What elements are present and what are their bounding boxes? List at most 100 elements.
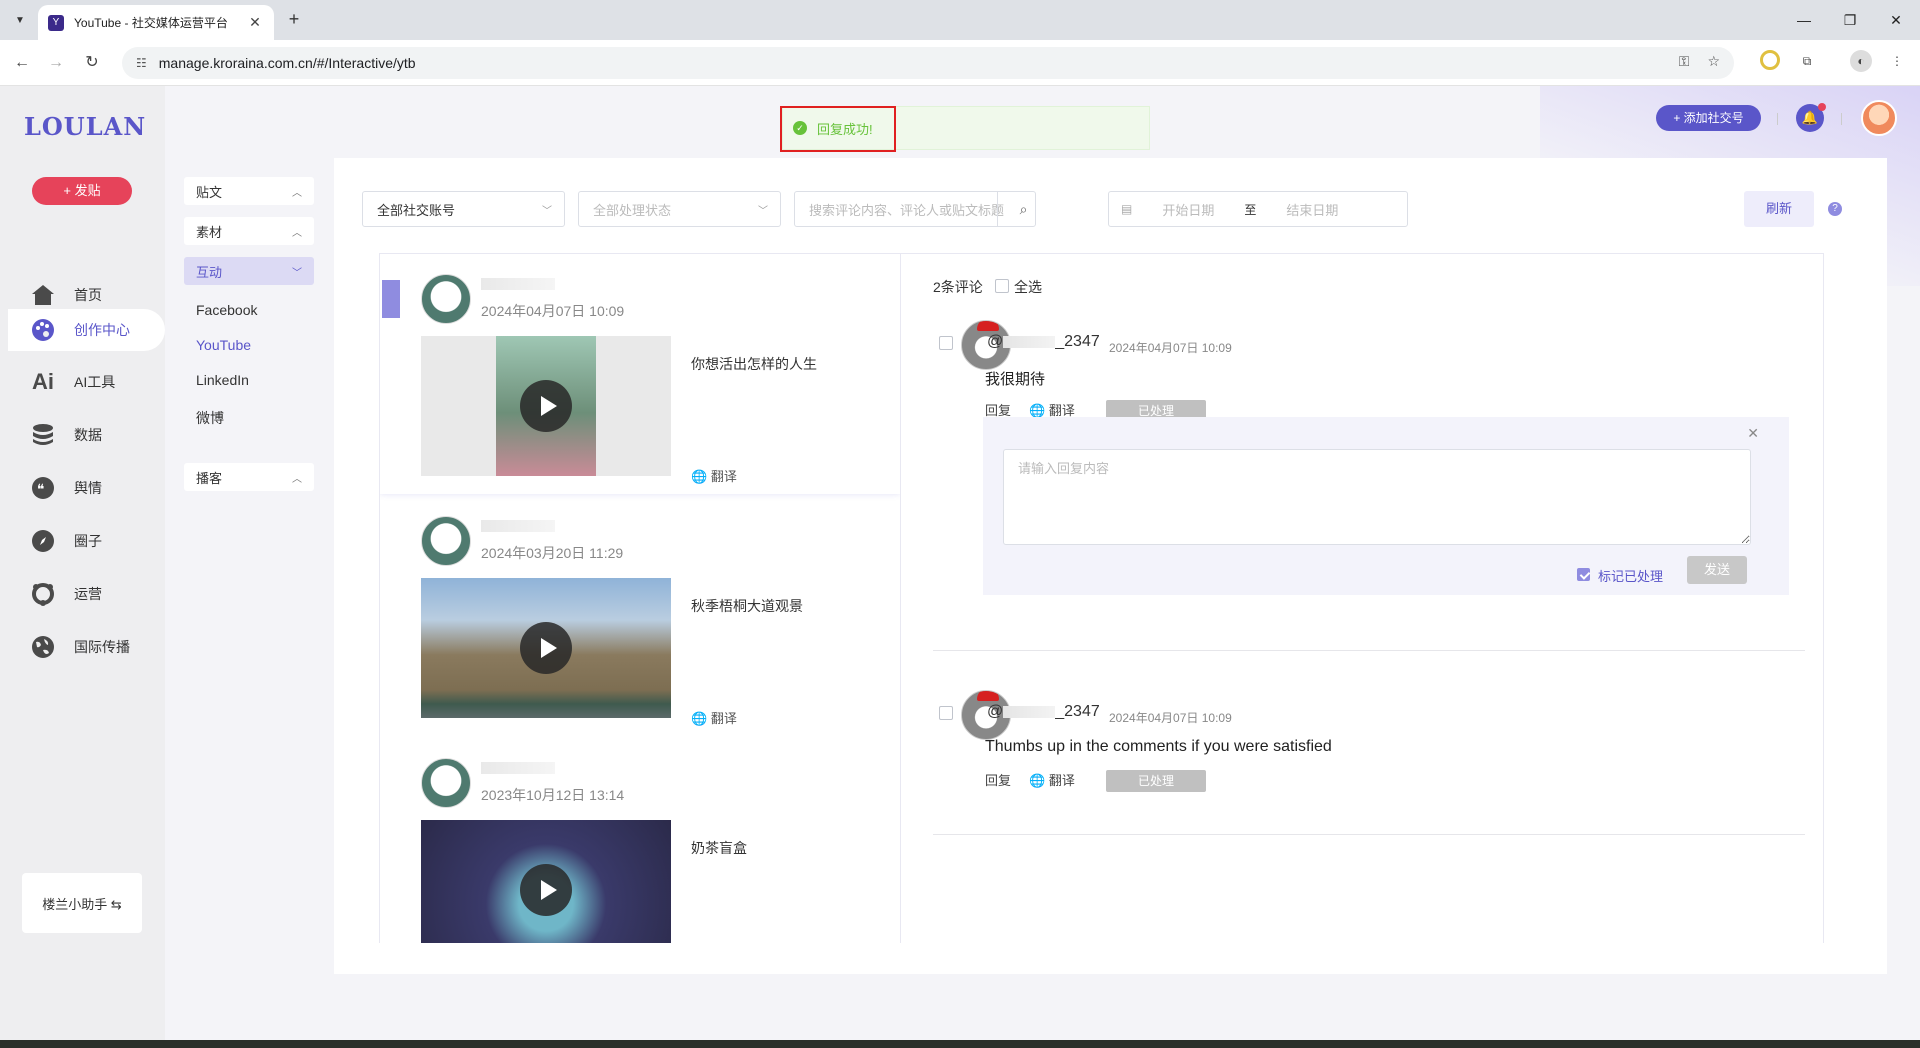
video-thumbnail[interactable] [421, 578, 671, 718]
profile-icon[interactable]: ◐ [1850, 50, 1872, 72]
nav-item-operation[interactable]: 运营 [0, 573, 165, 615]
user-avatar[interactable] [1861, 100, 1897, 136]
puzzle-icon[interactable]: ⧉ [1796, 50, 1818, 72]
date-range-picker[interactable]: ▤ 开始日期 至 结束日期 [1108, 191, 1408, 227]
video-thumbnail[interactable] [421, 820, 671, 943]
window-close-icon[interactable]: ✕ [1876, 6, 1916, 34]
play-icon[interactable] [520, 864, 572, 916]
search-icon[interactable]: ⌕ [997, 192, 1049, 226]
operation-icon [30, 581, 56, 607]
post-item[interactable]: 2023年10月12日 13:14 奶茶盲盒 [380, 738, 900, 943]
globe-icon: 🌐 [1029, 403, 1046, 418]
reply-link[interactable]: 回复 [985, 770, 1011, 789]
refresh-button[interactable]: 刷新 [1744, 191, 1814, 227]
app: LOULAN + 发贴 首页 创作中心 Ai AI工具 数据 ❝ 舆情 圈子 运… [0, 86, 1920, 1040]
restore-icon[interactable]: ❐ [1830, 6, 1870, 34]
post-item[interactable]: 2024年03月20日 11:29 秋季梧桐大道观景 🌐 翻译 [380, 496, 900, 736]
assistant-button[interactable]: 楼兰小助手 ⇆ [22, 873, 142, 933]
menu-dots-icon[interactable]: ⋮ [1886, 50, 1908, 72]
post-title: 你想活出怎样的人生 [691, 356, 817, 372]
select-all-label: 全选 [1014, 279, 1042, 295]
date-separator: 至 [1244, 202, 1257, 217]
handle-suffix: _2347 [1055, 703, 1100, 720]
comment-checkbox[interactable] [939, 706, 953, 720]
reload-icon[interactable]: ↻ [80, 51, 104, 75]
status-select[interactable]: 全部处理状态 ﹀ [578, 191, 781, 227]
chevron-down-icon: ﹀ [292, 267, 302, 279]
nav-item-intl[interactable]: 国际传播 [0, 626, 165, 668]
post-time: 2023年10月12日 13:14 [481, 787, 625, 803]
nav-item-creation[interactable]: 创作中心 [8, 309, 165, 351]
post-author-redacted [481, 278, 555, 290]
key-icon[interactable]: ⚿ [1679, 53, 1690, 70]
bookmark-star-icon[interactable]: ☆ [1707, 53, 1720, 70]
submenu-label: 素材 [196, 224, 223, 240]
submenu-item-linkedin[interactable]: LinkedIn [196, 372, 249, 388]
translate-link[interactable]: 🌐 翻译 [691, 466, 737, 485]
submenu-group-interaction[interactable]: 互动 ﹀ [184, 257, 314, 285]
comments-count: 2条评论 [933, 279, 983, 295]
tab-title: YouTube - 社交媒体运营平台 [74, 16, 228, 30]
account-select[interactable]: 全部社交账号 ﹀ [362, 191, 565, 227]
nav-item-ai[interactable]: Ai AI工具 [0, 361, 165, 403]
play-icon[interactable] [520, 622, 572, 674]
post-title: 奶茶盲盒 [691, 840, 747, 856]
mark-processed-checkbox[interactable] [1577, 568, 1590, 581]
nav-label: 圈子 [74, 533, 102, 549]
forward-icon[interactable]: → [44, 51, 68, 75]
submenu-item-weibo[interactable]: 微博 [196, 408, 224, 428]
browser-toolbar: ← → ↻ ☷ manage.kroraina.com.cn/#/Interac… [0, 40, 1920, 86]
submenu-group-materials[interactable]: 素材 ︿ [184, 217, 314, 245]
home-icon [30, 282, 56, 308]
divider [1777, 113, 1778, 125]
play-icon[interactable] [520, 380, 572, 432]
post-author-redacted [481, 520, 555, 532]
avatar [421, 274, 471, 324]
extension-icon[interactable] [1760, 50, 1780, 70]
minimize-icon[interactable]: — [1784, 6, 1824, 34]
add-account-button[interactable]: + 添加社交号 [1656, 105, 1761, 131]
translate-label: 翻译 [710, 711, 737, 726]
submenu-group-podcast[interactable]: 播客 ︿ [184, 463, 314, 491]
hat-decoration [977, 321, 999, 331]
post-item[interactable]: 2024年04月07日 10:09 你想活出怎样的人生 🌐 翻译 [380, 254, 900, 494]
submenu-item-facebook[interactable]: Facebook [196, 302, 257, 318]
select-all-checkbox[interactable] [995, 279, 1009, 293]
close-icon[interactable]: ✕ [246, 14, 264, 31]
post-button[interactable]: + 发贴 [32, 177, 132, 205]
close-icon[interactable]: ✕ [1747, 425, 1759, 442]
globe-icon: 🌐 [691, 469, 708, 484]
globe-icon: 🌐 [691, 711, 708, 726]
browser-tabbar: ▼ Y YouTube - 社交媒体运营平台 ✕ + — ❐ ✕ [0, 0, 1920, 40]
search-input[interactable]: 搜索评论内容、评论人或贴文标题 ⌕ [794, 191, 1036, 227]
nav-item-sentiment[interactable]: ❝ 舆情 [0, 467, 165, 509]
avatar [421, 516, 471, 566]
back-icon[interactable]: ← [10, 51, 34, 75]
send-button[interactable]: 发送 [1687, 556, 1747, 584]
submenu-group-posts[interactable]: 贴文 ︿ [184, 177, 314, 205]
help-icon[interactable]: ? [1828, 202, 1842, 216]
logo: LOULAN [24, 112, 147, 141]
reply-input[interactable] [1003, 449, 1751, 545]
video-thumbnail[interactable] [421, 336, 671, 476]
nav-item-data[interactable]: 数据 [0, 414, 165, 456]
globe-icon: 🌐 [1029, 773, 1046, 788]
tab-list-icon[interactable]: ▼ [8, 8, 32, 32]
site-info-icon[interactable]: ☷ [136, 56, 147, 70]
post-time: 2024年03月20日 11:29 [481, 545, 624, 561]
ai-icon: Ai [32, 369, 54, 394]
translate-link[interactable]: 🌐 翻译 [1029, 770, 1075, 789]
interaction-panel: 2024年04月07日 10:09 你想活出怎样的人生 🌐 翻译 2024年03… [379, 253, 1824, 943]
new-tab-icon[interactable]: + [282, 8, 306, 32]
comment-checkbox[interactable] [939, 336, 953, 350]
svg-text:❝: ❝ [37, 482, 45, 498]
translate-link[interactable]: 🌐 翻译 [691, 708, 737, 727]
nav-label: 创作中心 [74, 322, 130, 338]
address-bar[interactable]: ☷ manage.kroraina.com.cn/#/Interactive/y… [122, 47, 1734, 79]
nav-label: 国际传播 [74, 639, 130, 655]
browser-tab[interactable]: Y YouTube - 社交媒体运营平台 ✕ [38, 5, 274, 40]
nav-item-circle[interactable]: 圈子 [0, 520, 165, 562]
calendar-icon: ▤ [1121, 202, 1133, 216]
submenu-item-youtube[interactable]: YouTube [196, 337, 251, 353]
nav-label: 舆情 [74, 480, 102, 496]
